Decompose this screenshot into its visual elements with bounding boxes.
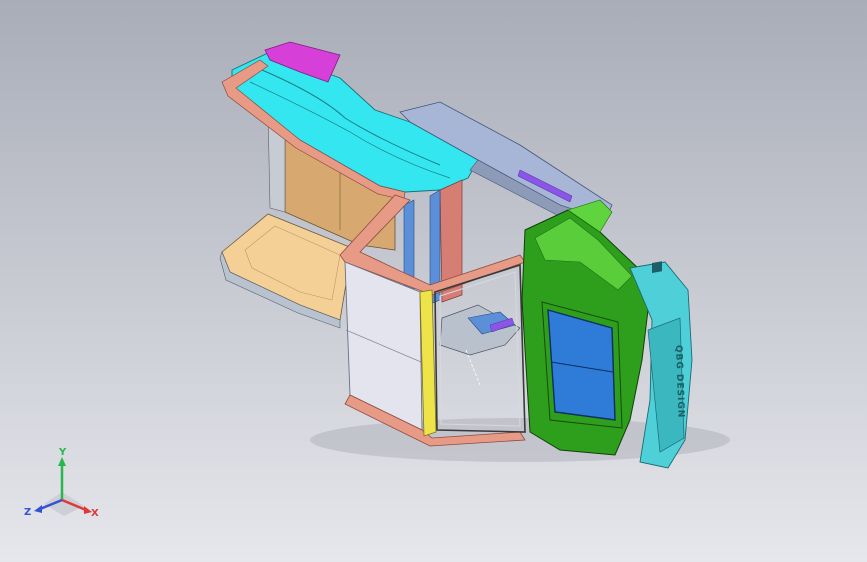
z-axis-label: Z — [24, 507, 31, 518]
y-axis-label: Y — [58, 447, 67, 458]
cad-model-canvas[interactable]: QBG DESIGN Y X Z — [0, 0, 867, 562]
windshield[interactable] — [547, 309, 616, 421]
x-axis-label: X — [91, 508, 99, 519]
graphics-viewport[interactable]: QBG DESIGN Y X Z — [0, 0, 867, 562]
lamp-slot — [652, 261, 662, 274]
